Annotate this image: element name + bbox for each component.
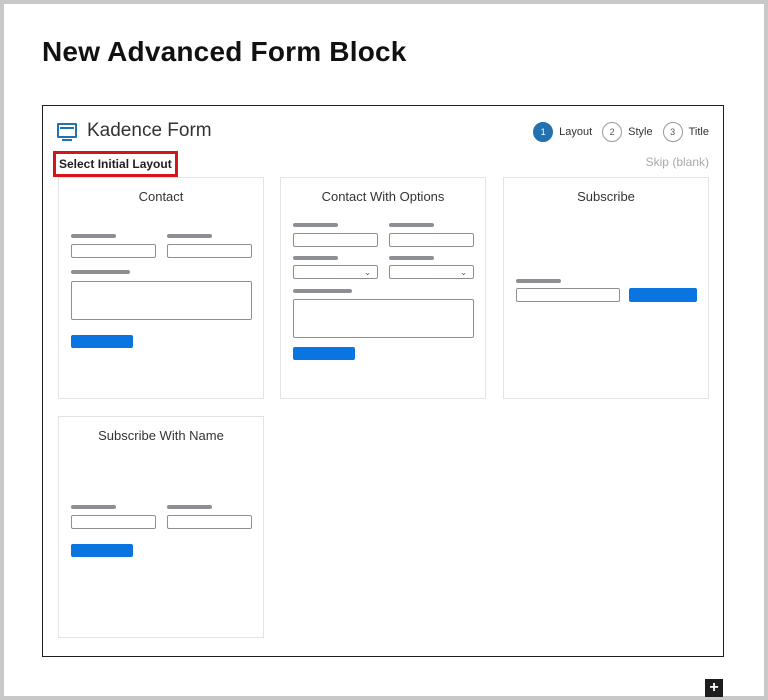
button-placeholder (629, 288, 697, 302)
input-placeholder (516, 288, 620, 302)
field-label-placeholder (71, 234, 116, 238)
field-label-placeholder (389, 223, 434, 227)
skip-blank-link[interactable]: Skip (blank) (646, 155, 709, 169)
button-placeholder (71, 544, 133, 557)
layout-card-contact[interactable]: Contact (58, 177, 264, 399)
field-label-placeholder (516, 279, 561, 283)
layout-card-subscribe[interactable]: Subscribe (503, 177, 709, 399)
input-placeholder (389, 233, 474, 247)
textarea-placeholder (71, 281, 252, 320)
field-label-placeholder (71, 505, 116, 509)
select-placeholder: ⌄ (293, 265, 378, 279)
field-label-placeholder (167, 234, 212, 238)
form-icon (57, 123, 77, 141)
textarea-placeholder (293, 299, 474, 338)
layout-card-title: Contact With Options (321, 189, 445, 204)
input-placeholder (293, 233, 378, 247)
block-header: Kadence Form 1 Layout 2 Style 3 Title (57, 120, 709, 144)
input-placeholder (167, 515, 252, 529)
step-number: 3 (662, 122, 683, 142)
button-placeholder (71, 335, 133, 348)
layout-card-contact-with-options[interactable]: Contact With Options ⌄ ⌄ (280, 177, 486, 399)
add-block-button[interactable]: + (705, 679, 723, 697)
step-number: 2 (602, 122, 623, 142)
step-label: Layout (559, 126, 593, 138)
chevron-down-icon: ⌄ (460, 268, 467, 277)
field-label-placeholder (167, 505, 212, 509)
step-label: Title (688, 126, 709, 138)
steps-indicator: 1 Layout 2 Style 3 Title (523, 122, 709, 142)
input-placeholder (71, 244, 156, 258)
layout-card-title: Contact (138, 189, 184, 204)
step-style[interactable]: 2 Style (602, 122, 653, 142)
step-layout[interactable]: 1 Layout (533, 122, 592, 142)
layout-card-title: Subscribe With Name (98, 428, 224, 443)
step-label: Style (628, 126, 653, 138)
layout-card-subscribe-with-name[interactable]: Subscribe With Name (58, 416, 264, 638)
button-placeholder (293, 347, 355, 360)
step-number: 1 (533, 122, 554, 142)
input-placeholder (167, 244, 252, 258)
step-title[interactable]: 3 Title (662, 122, 709, 142)
plus-icon: + (709, 679, 719, 696)
page-title: New Advanced Form Block (42, 36, 407, 67)
block-title: Kadence Form (87, 120, 212, 141)
field-label-placeholder (293, 223, 338, 227)
field-label-placeholder (293, 289, 352, 293)
chevron-down-icon: ⌄ (364, 268, 371, 277)
input-placeholder (71, 515, 156, 529)
advanced-form-block[interactable]: Kadence Form 1 Layout 2 Style 3 Title Se… (42, 105, 724, 657)
select-initial-layout-label: Select Initial Layout (53, 151, 178, 177)
field-label-placeholder (71, 270, 130, 274)
field-label-placeholder (389, 256, 434, 260)
select-placeholder: ⌄ (389, 265, 474, 279)
field-label-placeholder (293, 256, 338, 260)
layout-card-title: Subscribe (577, 189, 635, 204)
